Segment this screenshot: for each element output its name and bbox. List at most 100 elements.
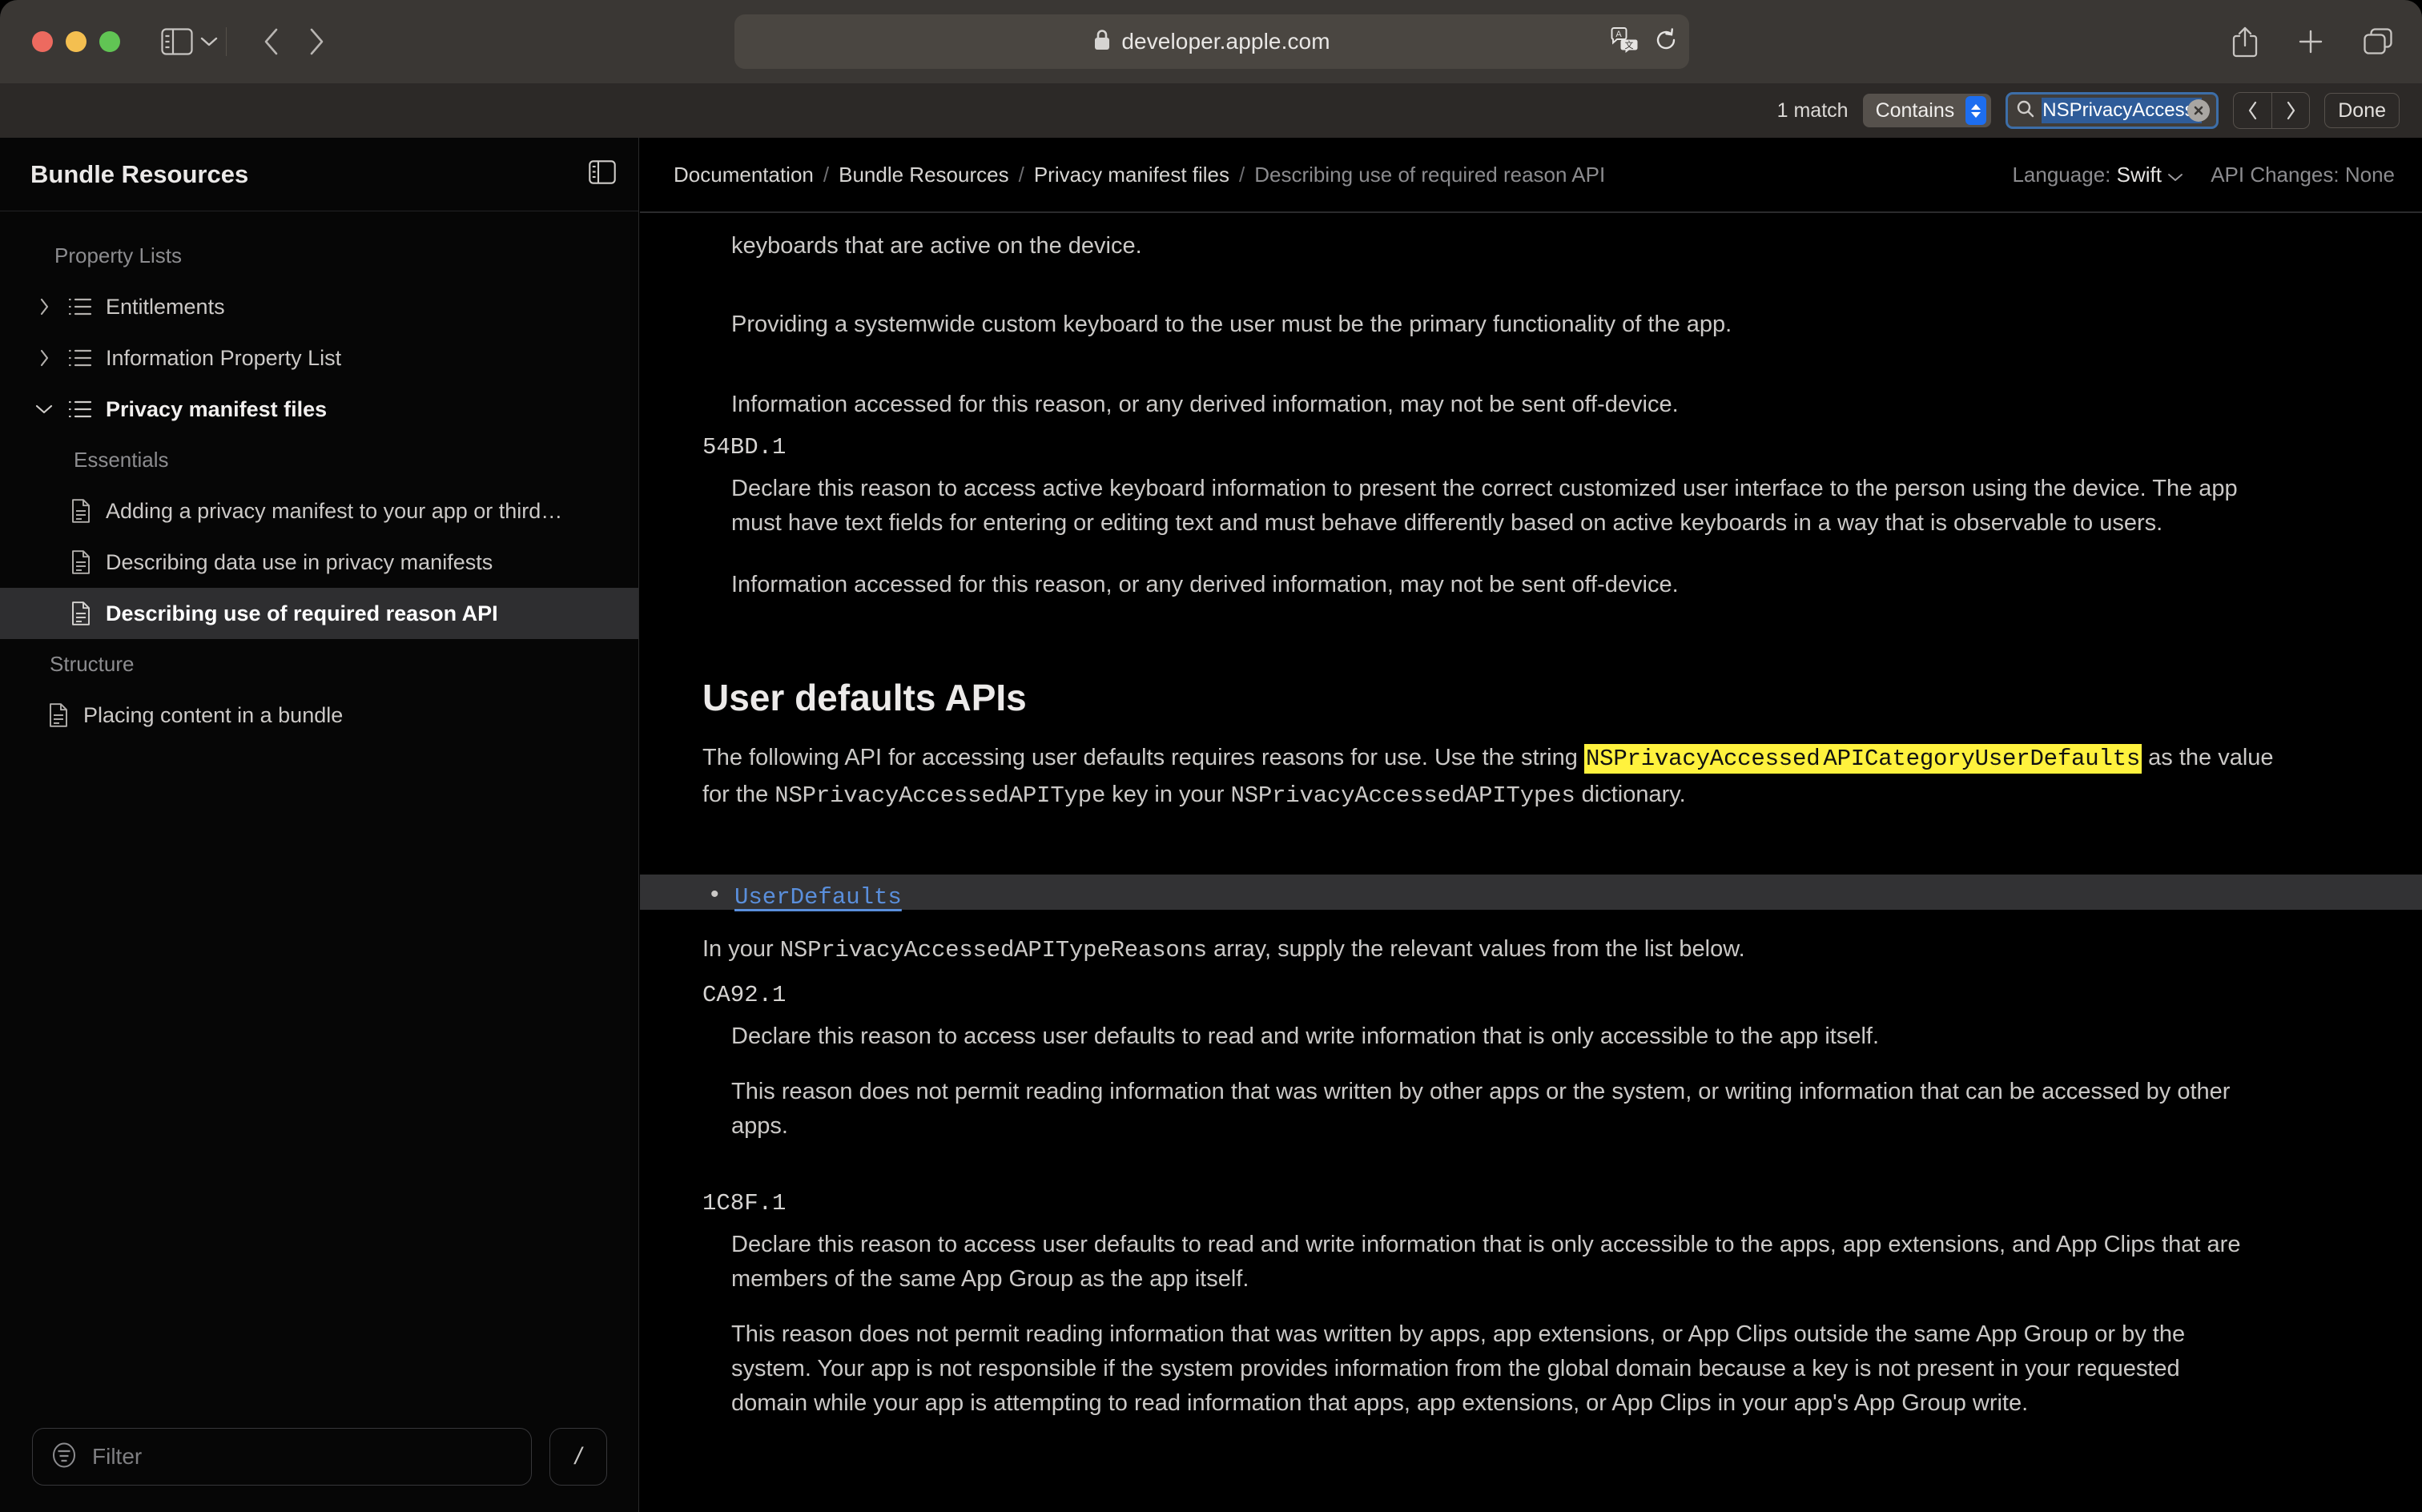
chevron-down-icon[interactable]: [34, 404, 54, 415]
breadcrumb-separator: /: [1239, 162, 1245, 187]
sidebar-item-entitlements[interactable]: Entitlements: [0, 281, 638, 332]
sidebar-group-structure: Structure: [50, 652, 135, 676]
sidebar-item-label: Entitlements: [106, 294, 225, 319]
document-icon: [67, 550, 95, 574]
chevron-right-icon[interactable]: [34, 349, 54, 367]
sidebar-tree: Property Lists Entitlements Information …: [0, 211, 638, 741]
content-area: Documentation / Bundle Resources / Priva…: [640, 138, 2422, 1512]
tab-overview-icon[interactable]: [2363, 27, 2393, 56]
sidebar-item-describing-data-use[interactable]: Describing data use in privacy manifests: [0, 537, 638, 588]
sidebar-header: Bundle Resources: [0, 138, 638, 211]
sidebar-item-label: Placing content in a bundle: [83, 702, 344, 727]
sidebar: Bundle Resources Property Lists Entitlem…: [0, 138, 639, 1512]
reason-text-ca92-2: This reason does not permit reading info…: [731, 1078, 2231, 1139]
back-icon[interactable]: [249, 23, 294, 60]
find-nav-group: [2233, 92, 2311, 129]
breadcrumb-item-privacy-manifest-files[interactable]: Privacy manifest files: [1034, 163, 1229, 187]
find-done-button[interactable]: Done: [2324, 93, 2400, 128]
breadcrumb-separator: /: [1018, 162, 1024, 187]
find-bar: 1 match Contains NSPrivacyAccesse Done: [0, 83, 2422, 138]
highlighted-string-part-1: NSPrivacyAccessed: [1583, 744, 1822, 774]
sidebar-item-describing-use-of-required-reason-api[interactable]: Describing use of required reason API: [0, 588, 638, 639]
document-icon: [67, 601, 95, 625]
toolbar-right-actions: [2231, 0, 2393, 83]
svg-text:A: A: [1615, 30, 1622, 39]
sidebar-item-information-property-list[interactable]: Information Property List: [0, 332, 638, 384]
new-tab-icon[interactable]: [2297, 28, 2324, 55]
close-window-button[interactable]: [32, 31, 53, 52]
api-changes-label: API Changes: None: [2211, 162, 2395, 187]
forward-icon[interactable]: [294, 23, 339, 60]
content-top-rule: [640, 211, 2422, 213]
chevron-down-icon[interactable]: [197, 23, 221, 60]
document-body: keyboards that are active on the device.…: [640, 211, 2422, 1512]
reload-icon[interactable]: [1654, 27, 1678, 56]
sidebar-toggle-icon[interactable]: [159, 23, 195, 60]
chevron-down-icon: [2167, 163, 2183, 187]
list-icon: [66, 297, 95, 316]
reason-text-1c8f-2: This reason does not permit reading info…: [731, 1321, 2186, 1416]
find-input-value: NSPrivacyAccesse: [2042, 98, 2203, 123]
reason-id-54bd: 54BD.1: [702, 434, 787, 460]
find-mode-label: Contains: [1875, 99, 1955, 122]
url-text: developer.apple.com: [1121, 29, 1330, 54]
language-value: Swift: [2116, 162, 2162, 187]
browser-titlebar: developer.apple.com A 文: [0, 0, 2422, 83]
sidebar-group-property-lists: Property Lists: [54, 243, 182, 267]
chevron-right-icon[interactable]: [34, 298, 54, 316]
language-selector[interactable]: Language: Swift: [2012, 163, 2183, 187]
paragraph-keyboard-primary: Providing a systemwide custom keyboard t…: [731, 312, 1732, 337]
translate-icon[interactable]: A 文: [1611, 26, 1639, 57]
sidebar-item-label: Describing use of required reason API: [106, 601, 498, 625]
find-next-button[interactable]: [2271, 93, 2309, 128]
find-mode-select[interactable]: Contains: [1862, 94, 1992, 127]
clear-search-icon[interactable]: [2187, 99, 2211, 122]
sidebar-item-adding-a-privacy-manifest[interactable]: Adding a privacy manifest to your app or…: [0, 485, 638, 537]
sidebar-title: Bundle Resources: [30, 159, 249, 188]
reasons-intro-part-2: array, supply the relevant values from t…: [1207, 936, 1745, 962]
sidebar-collapse-icon[interactable]: [589, 160, 616, 188]
window-controls: [32, 31, 120, 52]
filter-input[interactable]: Filter: [32, 1428, 532, 1486]
reason-text-54bd: Declare this reason to access active key…: [731, 476, 2238, 536]
link-userdefaults[interactable]: UserDefaults: [734, 884, 902, 911]
breadcrumb-bar: Documentation / Bundle Resources / Priva…: [640, 138, 2422, 211]
share-icon[interactable]: [2231, 26, 2259, 58]
reasons-intro-part-1: In your: [702, 936, 780, 962]
sidebar-item-label: Adding a privacy manifest to your app or…: [106, 498, 563, 523]
breadcrumb-item-bundle-resources[interactable]: Bundle Resources: [839, 163, 1008, 187]
sidebar-item-label: Information Property List: [106, 345, 342, 370]
filter-placeholder: Filter: [92, 1444, 143, 1469]
find-input[interactable]: NSPrivacyAccesse: [2006, 92, 2219, 129]
reason-id-1c8f: 1C8F.1: [702, 1190, 787, 1216]
address-bar-actions: A 文: [1611, 26, 1678, 57]
sidebar-item-placing-content-in-a-bundle[interactable]: Placing content in a bundle: [0, 690, 638, 741]
list-icon: [66, 400, 95, 419]
paragraph-user-defaults-intro: The following API for accessing user def…: [702, 740, 2292, 814]
document-icon: [67, 499, 95, 523]
paragraph-continuation: keyboards that are active on the device.: [731, 233, 1142, 259]
breadcrumb-item-documentation[interactable]: Documentation: [674, 163, 814, 187]
address-bar[interactable]: developer.apple.com A 文: [734, 14, 1689, 69]
breadcrumb-current: Describing use of required reason API: [1254, 162, 1606, 187]
sidebar-group-essentials: Essentials: [74, 448, 169, 472]
filter-shortcut-key[interactable]: /: [549, 1428, 607, 1486]
paragraph-offdevice-2: Information accessed for this reason, or…: [731, 571, 1679, 597]
paragraph-offdevice-1: Information accessed for this reason, or…: [731, 392, 1679, 417]
language-label: Language:: [2012, 162, 2111, 187]
sidebar-item-privacy-manifest-files[interactable]: Privacy manifest files: [0, 384, 638, 435]
paragraph-reasons-intro: In your NSPrivacyAccessedAPITypeReasons …: [702, 932, 2292, 968]
zoom-window-button[interactable]: [99, 31, 120, 52]
lock-icon: [1093, 29, 1111, 55]
minimize-window-button[interactable]: [66, 31, 86, 52]
api-link-list: UserDefaults: [702, 881, 902, 911]
sidebar-item-label: Privacy manifest files: [106, 396, 328, 421]
content-scrollbar[interactable]: [2417, 211, 2422, 1512]
match-count-label: 1 match: [1776, 99, 1849, 122]
find-previous-button[interactable]: [2234, 93, 2271, 128]
svg-text:文: 文: [1625, 39, 1634, 50]
list-item: UserDefaults: [702, 881, 902, 911]
code-nsprivacyaccessedapitypes: NSPrivacyAccessedAPITypes: [1230, 782, 1575, 810]
reason-text-1c8f-1: Declare this reason to access user defau…: [731, 1232, 2241, 1292]
code-nsprivacyaccessedapitypereasons: NSPrivacyAccessedAPITypeReasons: [779, 937, 1208, 963]
